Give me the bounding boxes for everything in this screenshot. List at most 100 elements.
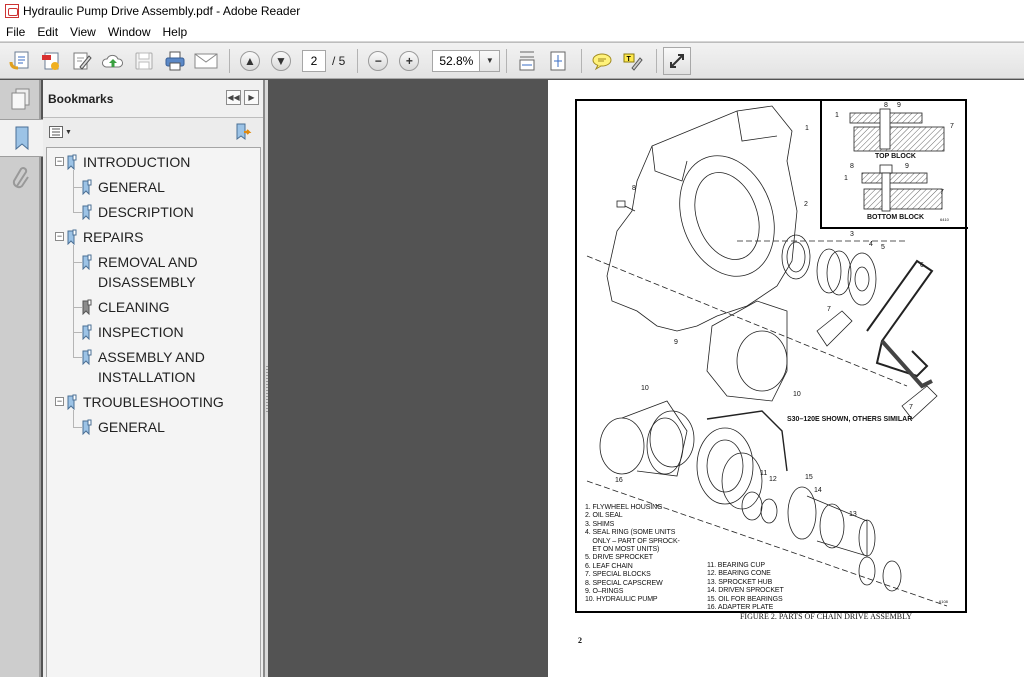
upload-cloud-button[interactable] (99, 47, 127, 75)
fit-page-icon (550, 51, 566, 70)
bookmark-label-line: DESCRIPTION (98, 204, 194, 220)
comment-button[interactable] (588, 47, 616, 75)
legend-item: 10. HYDRAULIC PUMP (585, 596, 658, 604)
bookmark-icon (15, 126, 28, 151)
legend-item: 15. OIL FOR BEARINGS (707, 595, 783, 603)
bookmark-item[interactable]: INSPECTION (82, 322, 184, 342)
bookmark-item[interactable]: − REPAIRS (55, 227, 143, 247)
legend-item: 3. SHIMS (585, 520, 615, 528)
toolbar-separator (581, 48, 583, 73)
zoom-dropdown-button[interactable]: ▼ (480, 49, 501, 72)
inset-callout-1: 1 (835, 112, 839, 119)
collapse-toggle[interactable]: − (55, 157, 64, 166)
bookmark-label-line: DISASSEMBLY (98, 274, 196, 290)
export-pdf-button[interactable] (37, 47, 65, 75)
fit-page-button[interactable] (544, 47, 572, 75)
save-button[interactable] (130, 47, 158, 75)
previous-page-button[interactable]: ▲ (236, 47, 264, 75)
legend-item: 13. SPROCKET HUB (707, 578, 773, 586)
bookmark-item[interactable]: GENERAL (82, 177, 165, 197)
collapse-panel-button[interactable]: ◀◀ (226, 90, 241, 105)
bookmark-label-line: TROUBLESHOOTING (83, 394, 224, 410)
navigation-rail (0, 80, 43, 677)
minus-icon: − (368, 50, 389, 71)
callout-15: 15 (805, 474, 813, 481)
legend-item: ONLY – PART OF SPROCK- (585, 537, 680, 545)
menu-view[interactable]: View (64, 25, 102, 39)
bookmark-item[interactable]: REMOVAL AND DISASSEMBLY (82, 252, 198, 292)
pdf-page: 1 2 3 4 5 6 7 8 9 10 10 7 11 12 14 15 16… (548, 80, 1024, 677)
bookmark-item[interactable]: CLEANING (82, 297, 170, 317)
collapse-toggle[interactable]: − (55, 232, 64, 241)
legend-item: 7. SPECIAL BLOCKS (585, 571, 651, 579)
new-bookmark-icon (236, 123, 252, 140)
zoom-level-input[interactable]: 52.8% (432, 49, 481, 72)
callout-10: 10 (793, 391, 801, 398)
window-title: Hydraulic Pump Drive Assembly.pdf - Adob… (23, 4, 301, 18)
legend-item: 1. FLYWHEEL HOUSING (585, 504, 663, 511)
paperclip-icon (12, 167, 29, 189)
printer-icon (165, 51, 185, 70)
toolbar: ▲ ▼ 2 / 5 − + 52.8% ▼ T (0, 42, 1024, 79)
callout-12: 12 (769, 476, 777, 483)
bookmark-item[interactable]: − INTRODUCTION (55, 152, 190, 172)
legend-item: 12. BEARING CONE (707, 570, 771, 578)
create-pdf-button[interactable] (6, 47, 34, 75)
bottom-block-label: BOTTOM BLOCK (867, 214, 925, 221)
inset-detail: 1 8 9 7 TOP BLOCK 8 1 9 7 BOTTOM BLOCK 6… (820, 101, 968, 229)
arrow-up-icon: ▲ (240, 50, 260, 71)
page-thumbnails-tab[interactable] (0, 80, 41, 118)
bookmark-label: TROUBLESHOOTING (83, 392, 224, 412)
toolbar-separator (656, 48, 658, 73)
dropdown-arrow-icon: ▼ (65, 128, 72, 136)
tree-connector (73, 410, 74, 427)
toolbar-separator (357, 48, 359, 73)
zoom-in-button[interactable]: + (395, 47, 423, 75)
chevron-right-icon: ▶ (248, 93, 255, 102)
menu-window[interactable]: Window (102, 25, 157, 39)
callout-10b: 10 (641, 385, 649, 392)
bookmark-item[interactable]: GENERAL (82, 417, 165, 437)
bookmark-item[interactable]: ASSEMBLY AND INSTALLATION (82, 347, 205, 387)
bookmark-options-button[interactable]: ▼ (49, 126, 72, 138)
attachments-tab[interactable] (0, 160, 41, 198)
tree-connector (73, 427, 82, 428)
page-number-input[interactable]: 2 (302, 49, 326, 72)
next-page-button[interactable]: ▼ (267, 47, 295, 75)
menu-edit[interactable]: Edit (31, 25, 64, 39)
bookmark-item[interactable]: DESCRIPTION (82, 202, 194, 222)
bookmark-label: DESCRIPTION (98, 202, 194, 222)
model-note: S30–120E SHOWN, OTHERS SIMILAR (787, 416, 913, 423)
callout-8: 8 (632, 185, 636, 192)
callout-9: 9 (674, 339, 678, 346)
bookmark-icon (82, 254, 92, 270)
figure-caption: FIGURE 2. PARTS OF CHAIN DRIVE ASSEMBLY (739, 612, 912, 621)
bookmarks-tab[interactable] (0, 119, 43, 157)
flywheel-housing (606, 105, 798, 332)
sign-button[interactable] (68, 47, 96, 75)
print-button[interactable] (161, 47, 189, 75)
bookmark-icon (82, 419, 92, 435)
tree-connector (73, 357, 82, 358)
save-icon (135, 52, 153, 69)
menu-help[interactable]: Help (157, 25, 194, 39)
scroll-mode-button[interactable] (513, 47, 541, 75)
collapse-toggle[interactable]: − (55, 397, 64, 406)
new-bookmark-button[interactable] (235, 123, 253, 146)
zoom-out-button[interactable]: − (364, 47, 392, 75)
bookmark-label-line: ASSEMBLY AND (98, 349, 205, 365)
top-block-label: TOP BLOCK (875, 153, 916, 160)
inset-callout-9: 9 (897, 102, 901, 109)
page-number: 2 (578, 636, 582, 645)
panel-options-button[interactable]: ▶ (244, 90, 259, 105)
highlight-button[interactable]: T (619, 47, 647, 75)
menu-file[interactable]: File (0, 25, 31, 39)
email-button[interactable] (192, 47, 220, 75)
page-total: / 5 (332, 53, 346, 68)
bookmark-icon (67, 154, 77, 170)
pages-icon (11, 88, 29, 110)
toolbar-separator (506, 48, 508, 73)
expand-button[interactable] (663, 46, 692, 75)
fit-width-icon (519, 51, 535, 70)
bookmark-item[interactable]: − TROUBLESHOOTING (55, 392, 224, 412)
